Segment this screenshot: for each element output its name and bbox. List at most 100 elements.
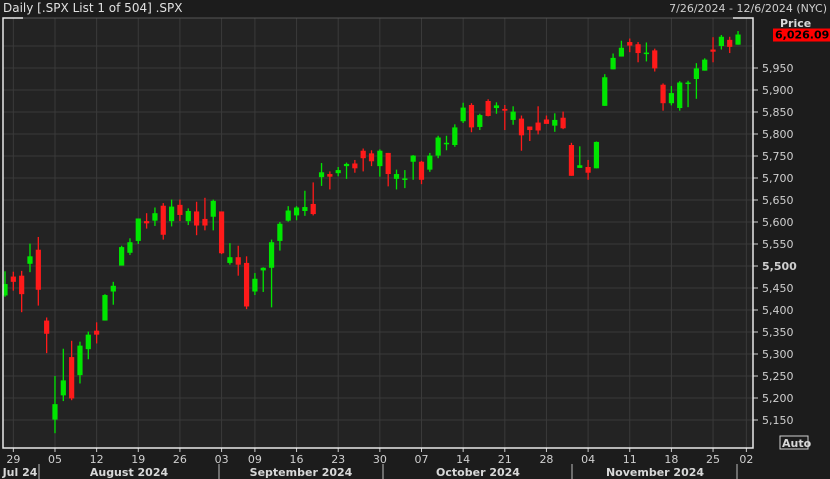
candle-body bbox=[618, 47, 625, 57]
y-tick-label: 5,750 bbox=[762, 150, 794, 163]
x-tick-label: 16 bbox=[290, 453, 304, 466]
candle-body bbox=[585, 167, 591, 173]
candle-body bbox=[560, 117, 566, 129]
candle-body bbox=[385, 152, 391, 175]
y-tick-label: 5,600 bbox=[762, 216, 794, 229]
candle-body bbox=[169, 206, 175, 222]
candle-body bbox=[52, 404, 58, 420]
candle-body bbox=[210, 200, 216, 217]
candle-body bbox=[368, 153, 375, 162]
auto-scale-label[interactable]: Auto bbox=[782, 437, 812, 450]
candle-body bbox=[243, 262, 250, 307]
x-tick-label: 28 bbox=[539, 453, 553, 466]
candle-body bbox=[377, 150, 383, 167]
candle-2024-10-17 bbox=[485, 99, 491, 117]
y-tick-label: 5,150 bbox=[762, 414, 794, 427]
candle-body bbox=[268, 242, 275, 268]
candle-body bbox=[352, 163, 358, 169]
candle-body bbox=[735, 34, 741, 45]
candle-body bbox=[335, 170, 341, 174]
candle-body bbox=[485, 101, 491, 116]
candle-body bbox=[727, 39, 733, 47]
y-tick-label: 5,550 bbox=[762, 238, 794, 251]
candlestick-chart[interactable]: 5,150 5,200 5,250 5,300 5,350 5,400 5,450 5,500… bbox=[0, 0, 830, 479]
candle-2024-11-19 bbox=[677, 81, 683, 111]
candle-body bbox=[235, 257, 241, 265]
y-tick-label: 5,400 bbox=[762, 304, 794, 317]
x-tick-label: 12 bbox=[90, 453, 104, 466]
candle-2024-11-06 bbox=[602, 74, 608, 106]
candle-body bbox=[193, 211, 200, 226]
y-tick-label: 5,200 bbox=[762, 392, 794, 405]
candle-2024-10-31 bbox=[568, 142, 575, 176]
candle-body bbox=[77, 345, 83, 376]
candle-body bbox=[60, 380, 66, 396]
x-tick-label: 18 bbox=[664, 453, 678, 466]
month-label: August 2024 bbox=[90, 466, 169, 479]
candle-body bbox=[518, 118, 525, 136]
x-tick-label: 03 bbox=[215, 453, 229, 466]
candle-2024-10-09 bbox=[435, 135, 441, 159]
y-tick-label: 5,700 bbox=[762, 172, 794, 185]
x-tick-label: 23 bbox=[331, 453, 345, 466]
candle-body bbox=[218, 211, 225, 254]
x-tick-label: 19 bbox=[131, 453, 145, 466]
candle-2024-11-22 bbox=[702, 58, 708, 71]
y-tick-label: 5,800 bbox=[762, 128, 794, 141]
candle-body bbox=[418, 161, 425, 180]
candle-body bbox=[652, 50, 658, 69]
y-tick-label: 5,500 bbox=[762, 260, 797, 273]
candle-body bbox=[327, 174, 333, 177]
candle-body bbox=[177, 204, 183, 215]
candle-body bbox=[477, 115, 483, 127]
x-tick-label: 09 bbox=[248, 453, 262, 466]
y-tick-label: 5,450 bbox=[762, 282, 794, 295]
candle-body bbox=[535, 122, 541, 131]
candle-body bbox=[35, 249, 41, 290]
x-tick-label: 29 bbox=[6, 453, 20, 466]
candle-body bbox=[693, 68, 699, 79]
candle-2024-11-14 bbox=[652, 48, 658, 72]
y-tick-label: 5,850 bbox=[762, 106, 794, 119]
candle-body bbox=[110, 285, 116, 292]
plot-area bbox=[3, 18, 753, 448]
candle-body bbox=[127, 242, 133, 253]
candle-2024-09-03 bbox=[218, 211, 225, 255]
y-tick-label: 5,300 bbox=[762, 348, 794, 361]
candle-body bbox=[452, 127, 458, 145]
candle-body bbox=[443, 142, 450, 145]
candle-body bbox=[635, 44, 641, 54]
candle-body bbox=[435, 137, 441, 156]
candle-body bbox=[260, 267, 266, 271]
candle-body bbox=[227, 257, 233, 263]
candle-body bbox=[277, 223, 283, 241]
candle-body bbox=[510, 111, 516, 120]
candle-body bbox=[27, 256, 33, 264]
x-tick-label: 14 bbox=[456, 453, 470, 466]
candle-body bbox=[69, 357, 75, 399]
candle-body bbox=[668, 93, 674, 104]
y-tick-label: 5,950 bbox=[762, 62, 794, 75]
candle-body bbox=[393, 174, 400, 179]
candle-body bbox=[410, 155, 416, 162]
y-tick-label: 5,350 bbox=[762, 326, 794, 339]
month-label: November 2024 bbox=[606, 466, 704, 479]
candle-body bbox=[468, 104, 475, 128]
candle-body bbox=[152, 213, 158, 221]
x-tick-label: 25 bbox=[706, 453, 720, 466]
candle-body bbox=[135, 218, 141, 241]
candle-2024-08-19 bbox=[135, 218, 141, 244]
x-tick-label: 21 bbox=[498, 453, 512, 466]
last-price-value: 6,026.09 bbox=[775, 29, 829, 42]
candle-body bbox=[119, 247, 125, 266]
candle-body bbox=[610, 57, 616, 70]
candle-body bbox=[285, 210, 291, 221]
x-tick-label: 05 bbox=[48, 453, 62, 466]
candle-body bbox=[702, 59, 708, 71]
candle-body bbox=[19, 275, 25, 295]
candle-body bbox=[160, 205, 166, 235]
candle-body bbox=[202, 218, 208, 226]
candle-body bbox=[94, 330, 100, 335]
candle-body bbox=[185, 211, 191, 222]
candle-body bbox=[460, 107, 466, 122]
